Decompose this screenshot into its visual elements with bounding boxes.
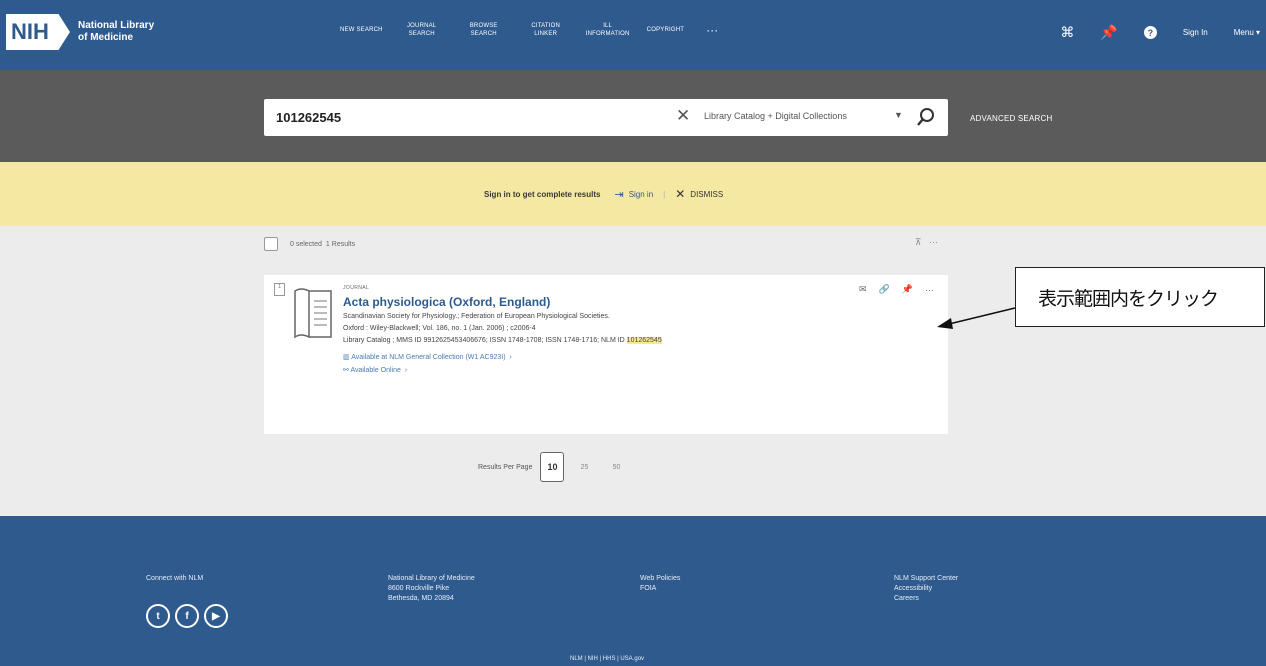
nav-journal-search[interactable]: JOURNAL SEARCH [399,22,445,38]
availability-link[interactable]: ▥ Available at NLM General Collection (W… [343,353,512,361]
results-tools: ⊼ ··· [915,237,938,248]
sign-in-link[interactable]: Sign In [1183,28,1208,37]
support-center-link[interactable]: NLM Support Center [894,574,958,584]
notice-text: Sign in to get complete results [484,189,601,199]
signin-notice: Sign in to get complete results ⇥ Sign i… [0,162,1266,226]
twitter-icon[interactable]: t [146,604,170,628]
card-actions: ✉ 🔗 📌 ··· [847,284,934,295]
main-nav: NEW SEARCH JOURNAL SEARCH BROWSE SEARCH … [340,22,718,38]
result-checkbox[interactable]: 1 [274,283,285,296]
more-icon[interactable]: ··· [925,285,934,295]
chevron-right-icon: › [507,354,512,361]
search-input[interactable] [276,110,656,125]
careers-link[interactable]: Careers [894,594,958,604]
book-icon [291,285,335,346]
nav-new-search[interactable]: NEW SEARCH [340,26,383,34]
more-icon[interactable]: ··· [929,237,938,247]
result-card[interactable]: 1 JOURNAL Acta physiologica (Oxford, Eng… [264,275,948,434]
pin-icon[interactable]: 📌 [902,284,913,295]
help-icon[interactable]: ? [1143,26,1157,39]
logo-text: National Library of Medicine [78,20,155,43]
chevron-right-icon: › [402,367,408,374]
nav-copyright[interactable]: COPYRIGHT [647,26,684,34]
select-all-checkbox[interactable] [264,237,278,251]
library-icon: ▥ [343,354,350,361]
chevron-down-icon[interactable]: ▼ [894,110,903,120]
search-scope-select[interactable]: Library Catalog + Digital Collections [704,111,847,121]
footer-connect: Connect with NLM [146,575,204,582]
nav-ill-information[interactable]: ILL INFORMATION [585,22,631,38]
per-page-option-50[interactable]: 50 [604,452,628,482]
per-page-option-10[interactable]: 10 [540,452,565,482]
link-icon: ⚯ [343,367,349,374]
record-type: JOURNAL [343,285,370,291]
footer-address: National Library of Medicine 8600 Rockvi… [388,575,475,602]
sign-in-icon: ⇥ [614,188,624,201]
record-publication: Oxford : Wiley-Blackwell; Vol. 186, no. … [343,325,536,332]
notice-signin-link[interactable]: ⇥ Sign in [614,188,653,201]
accessibility-link[interactable]: Accessibility [894,584,958,594]
search-icon[interactable] [916,107,936,132]
nav-citation-linker[interactable]: CITATION LINKER [523,22,569,38]
dismiss-button[interactable]: ✕ DISMISS [675,187,723,201]
nav-more-button[interactable]: ··· [706,24,718,36]
library-card-icon[interactable]: ⌘ [1060,24,1074,41]
results-toolbar: 0 selected 1 Results ⊼ ··· [264,234,948,254]
record-authors: Scandinavian Society for Physiology.; Fe… [343,313,610,320]
nlm-id-highlight: 101262545 [626,337,662,344]
facebook-icon[interactable]: f [175,604,199,628]
close-icon: ✕ [675,187,686,201]
footer-gov-links[interactable]: NLM | NIH | HHS | USA.gov [570,656,644,662]
results-per-page: Results Per Page 10 25 50 [478,452,636,482]
site-header: NIH National Library of Medicine NEW SEA… [0,0,1266,70]
search-band: ✕ Library Catalog + Digital Collections … [0,70,1266,162]
annotation-callout: 表示範囲内をクリック [1015,267,1265,327]
pin-icon[interactable]: ⊼ [915,237,922,247]
youtube-icon[interactable]: ▶ [204,604,228,628]
record-identifiers: Library Catalog ; MMS ID 991262545340667… [343,337,662,344]
pin-icon[interactable]: 📌 [1100,24,1117,41]
online-link[interactable]: ⚯ Available Online › [343,366,407,374]
footer-support: NLM Support Center Accessibility Careers [894,574,958,604]
per-page-option-25[interactable]: 25 [572,452,596,482]
foia-link[interactable]: FOIA [640,584,680,594]
menu-button[interactable]: Menu ▾ [1234,28,1260,37]
citation-link-icon[interactable]: 🔗 [879,284,890,295]
web-policies-link[interactable]: Web Policies [640,574,680,584]
results-count: 1 Results [325,240,356,248]
email-icon[interactable]: ✉ [859,284,867,295]
per-page-label: Results Per Page [478,463,533,471]
nlm-logo[interactable]: NIH National Library of Medicine [6,14,158,50]
annotation-arrow [937,307,1016,329]
nav-browse-search[interactable]: BROWSE SEARCH [461,22,507,38]
advanced-search-link[interactable]: ADVANCED SEARCH [970,114,1052,123]
record-title[interactable]: Acta physiologica (Oxford, England) [343,295,550,309]
site-footer: Connect with NLM t f ▶ National Library … [0,516,1266,666]
selected-count: 0 selected [290,240,322,248]
footer-policies: Web Policies FOIA [640,574,680,594]
social-links: t f ▶ [146,604,233,628]
nih-logo-mark: NIH [6,14,70,50]
clear-icon[interactable]: ✕ [676,106,690,126]
search-box: ✕ Library Catalog + Digital Collections … [264,99,948,136]
header-tools: ⌘ 📌 ? Sign In Menu ▾ [1034,24,1260,41]
